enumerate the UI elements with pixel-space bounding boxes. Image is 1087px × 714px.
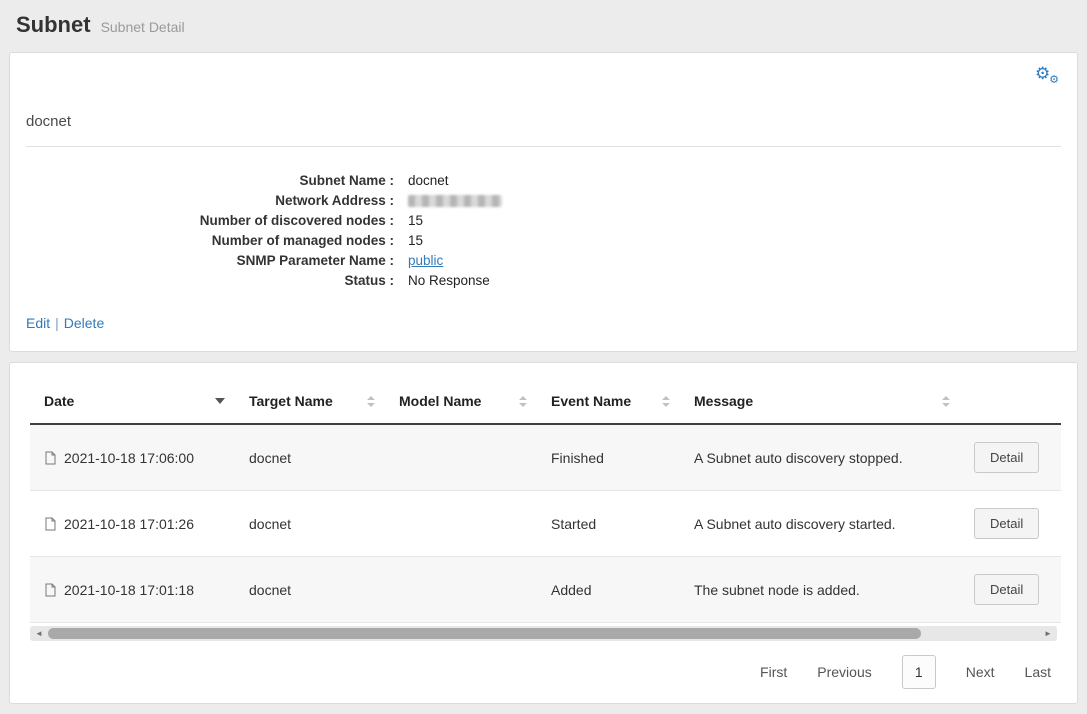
page-header: Subnet Subnet Detail (0, 0, 1087, 52)
page-title: Subnet (16, 12, 91, 38)
cell-event-name: Finished (537, 424, 680, 491)
scrollbar-right-arrow-icon[interactable]: ► (1041, 626, 1055, 641)
sort-desc-icon (215, 398, 225, 404)
cell-date: 2021-10-18 17:01:18 (30, 557, 235, 623)
field-value-network-address (408, 191, 502, 211)
pagination-current-page[interactable]: 1 (902, 655, 936, 689)
date-text: 2021-10-18 17:06:00 (64, 450, 194, 466)
field-value-managed-nodes: 15 (408, 231, 423, 251)
delete-link[interactable]: Delete (64, 315, 104, 331)
cell-target-name: docnet (235, 491, 385, 557)
field-label: Status : (26, 271, 394, 291)
horizontal-scrollbar[interactable]: ◄ ► (30, 626, 1057, 641)
scrollbar-left-arrow-icon[interactable]: ◄ (32, 626, 46, 641)
column-label: Model Name (399, 393, 481, 409)
field-label: Subnet Name : (26, 171, 394, 191)
field-value-subnet-name: docnet (408, 171, 449, 191)
subnet-heading: docnet (26, 113, 1061, 130)
field-value-discovered-nodes: 15 (408, 211, 423, 231)
detail-button[interactable]: Detail (974, 442, 1039, 473)
column-header-event-name[interactable]: Event Name (537, 379, 680, 424)
cell-target-name: docnet (235, 424, 385, 491)
sort-neutral-icon (519, 396, 527, 407)
column-header-date[interactable]: Date (30, 379, 235, 424)
field-value-snmp-parameter: public (408, 251, 443, 271)
scrollbar-thumb[interactable] (48, 628, 921, 639)
cell-date: 2021-10-18 17:01:26 (30, 491, 235, 557)
page-subtitle: Subnet Detail (101, 19, 185, 35)
field-row-managed-nodes: Number of managed nodes : 15 (26, 231, 1061, 251)
table-header-row: Date Target Name Model Name Event Name M… (30, 379, 1061, 424)
log-file-icon (44, 583, 57, 597)
pagination-last[interactable]: Last (1025, 664, 1051, 680)
network-address-redacted (408, 195, 502, 207)
detail-button[interactable]: Detail (974, 574, 1039, 605)
pagination: First Previous 1 Next Last (30, 655, 1057, 689)
cell-date: 2021-10-18 17:06:00 (30, 424, 235, 491)
sort-neutral-icon (367, 396, 375, 407)
snmp-parameter-link[interactable]: public (408, 253, 443, 268)
subnet-detail-panel: ⚙ ⚙ docnet Subnet Name : docnet Network … (9, 52, 1078, 352)
event-table: Date Target Name Model Name Event Name M… (30, 379, 1061, 623)
edit-link[interactable]: Edit (26, 315, 50, 331)
cell-message: The subnet node is added. (680, 557, 960, 623)
sort-neutral-icon (662, 396, 670, 407)
actions-separator: | (55, 315, 59, 331)
field-value-status: No Response (408, 271, 490, 291)
cell-event-name: Started (537, 491, 680, 557)
column-header-target-name[interactable]: Target Name (235, 379, 385, 424)
cell-target-name: docnet (235, 557, 385, 623)
date-text: 2021-10-18 17:01:26 (64, 516, 194, 532)
event-table-panel: Date Target Name Model Name Event Name M… (9, 362, 1078, 704)
field-row-discovered-nodes: Number of discovered nodes : 15 (26, 211, 1061, 231)
field-row-status: Status : No Response (26, 271, 1061, 291)
field-label: Number of discovered nodes : (26, 211, 394, 231)
cell-action: Detail (960, 557, 1061, 623)
field-label: Number of managed nodes : (26, 231, 394, 251)
cell-message: A Subnet auto discovery stopped. (680, 424, 960, 491)
column-header-model-name[interactable]: Model Name (385, 379, 537, 424)
log-file-icon (44, 517, 57, 531)
gear-icon: ⚙ (1035, 65, 1050, 82)
divider (26, 146, 1061, 147)
cell-model-name (385, 424, 537, 491)
settings-gears-icon[interactable]: ⚙ ⚙ (1035, 65, 1059, 85)
log-file-icon (44, 451, 57, 465)
field-row-subnet-name: Subnet Name : docnet (26, 171, 1061, 191)
pagination-next[interactable]: Next (966, 664, 995, 680)
date-text: 2021-10-18 17:01:18 (64, 582, 194, 598)
detail-button[interactable]: Detail (974, 508, 1039, 539)
detail-actions: Edit | Delete (26, 315, 1061, 331)
table-row: 2021-10-18 17:01:26 docnet Started A Sub… (30, 491, 1061, 557)
pagination-previous[interactable]: Previous (817, 664, 871, 680)
column-label: Date (44, 393, 74, 409)
cell-message: A Subnet auto discovery started. (680, 491, 960, 557)
table-row: 2021-10-18 17:01:18 docnet Added The sub… (30, 557, 1061, 623)
pagination-first[interactable]: First (760, 664, 787, 680)
column-label: Event Name (551, 393, 631, 409)
cell-model-name (385, 491, 537, 557)
column-label: Target Name (249, 393, 333, 409)
sort-neutral-icon (942, 396, 950, 407)
detail-fields: Subnet Name : docnet Network Address : N… (26, 171, 1061, 291)
field-row-network-address: Network Address : (26, 191, 1061, 211)
column-header-actions (960, 379, 1061, 424)
field-row-snmp-parameter: SNMP Parameter Name : public (26, 251, 1061, 271)
gear-small-icon: ⚙ (1049, 75, 1059, 86)
cell-event-name: Added (537, 557, 680, 623)
column-label: Message (694, 393, 753, 409)
field-label: SNMP Parameter Name : (26, 251, 394, 271)
page: Subnet Subnet Detail ⚙ ⚙ docnet Subnet N… (0, 0, 1087, 704)
cell-model-name (385, 557, 537, 623)
column-header-message[interactable]: Message (680, 379, 960, 424)
table-row: 2021-10-18 17:06:00 docnet Finished A Su… (30, 424, 1061, 491)
field-label: Network Address : (26, 191, 394, 211)
cell-action: Detail (960, 424, 1061, 491)
cell-action: Detail (960, 491, 1061, 557)
